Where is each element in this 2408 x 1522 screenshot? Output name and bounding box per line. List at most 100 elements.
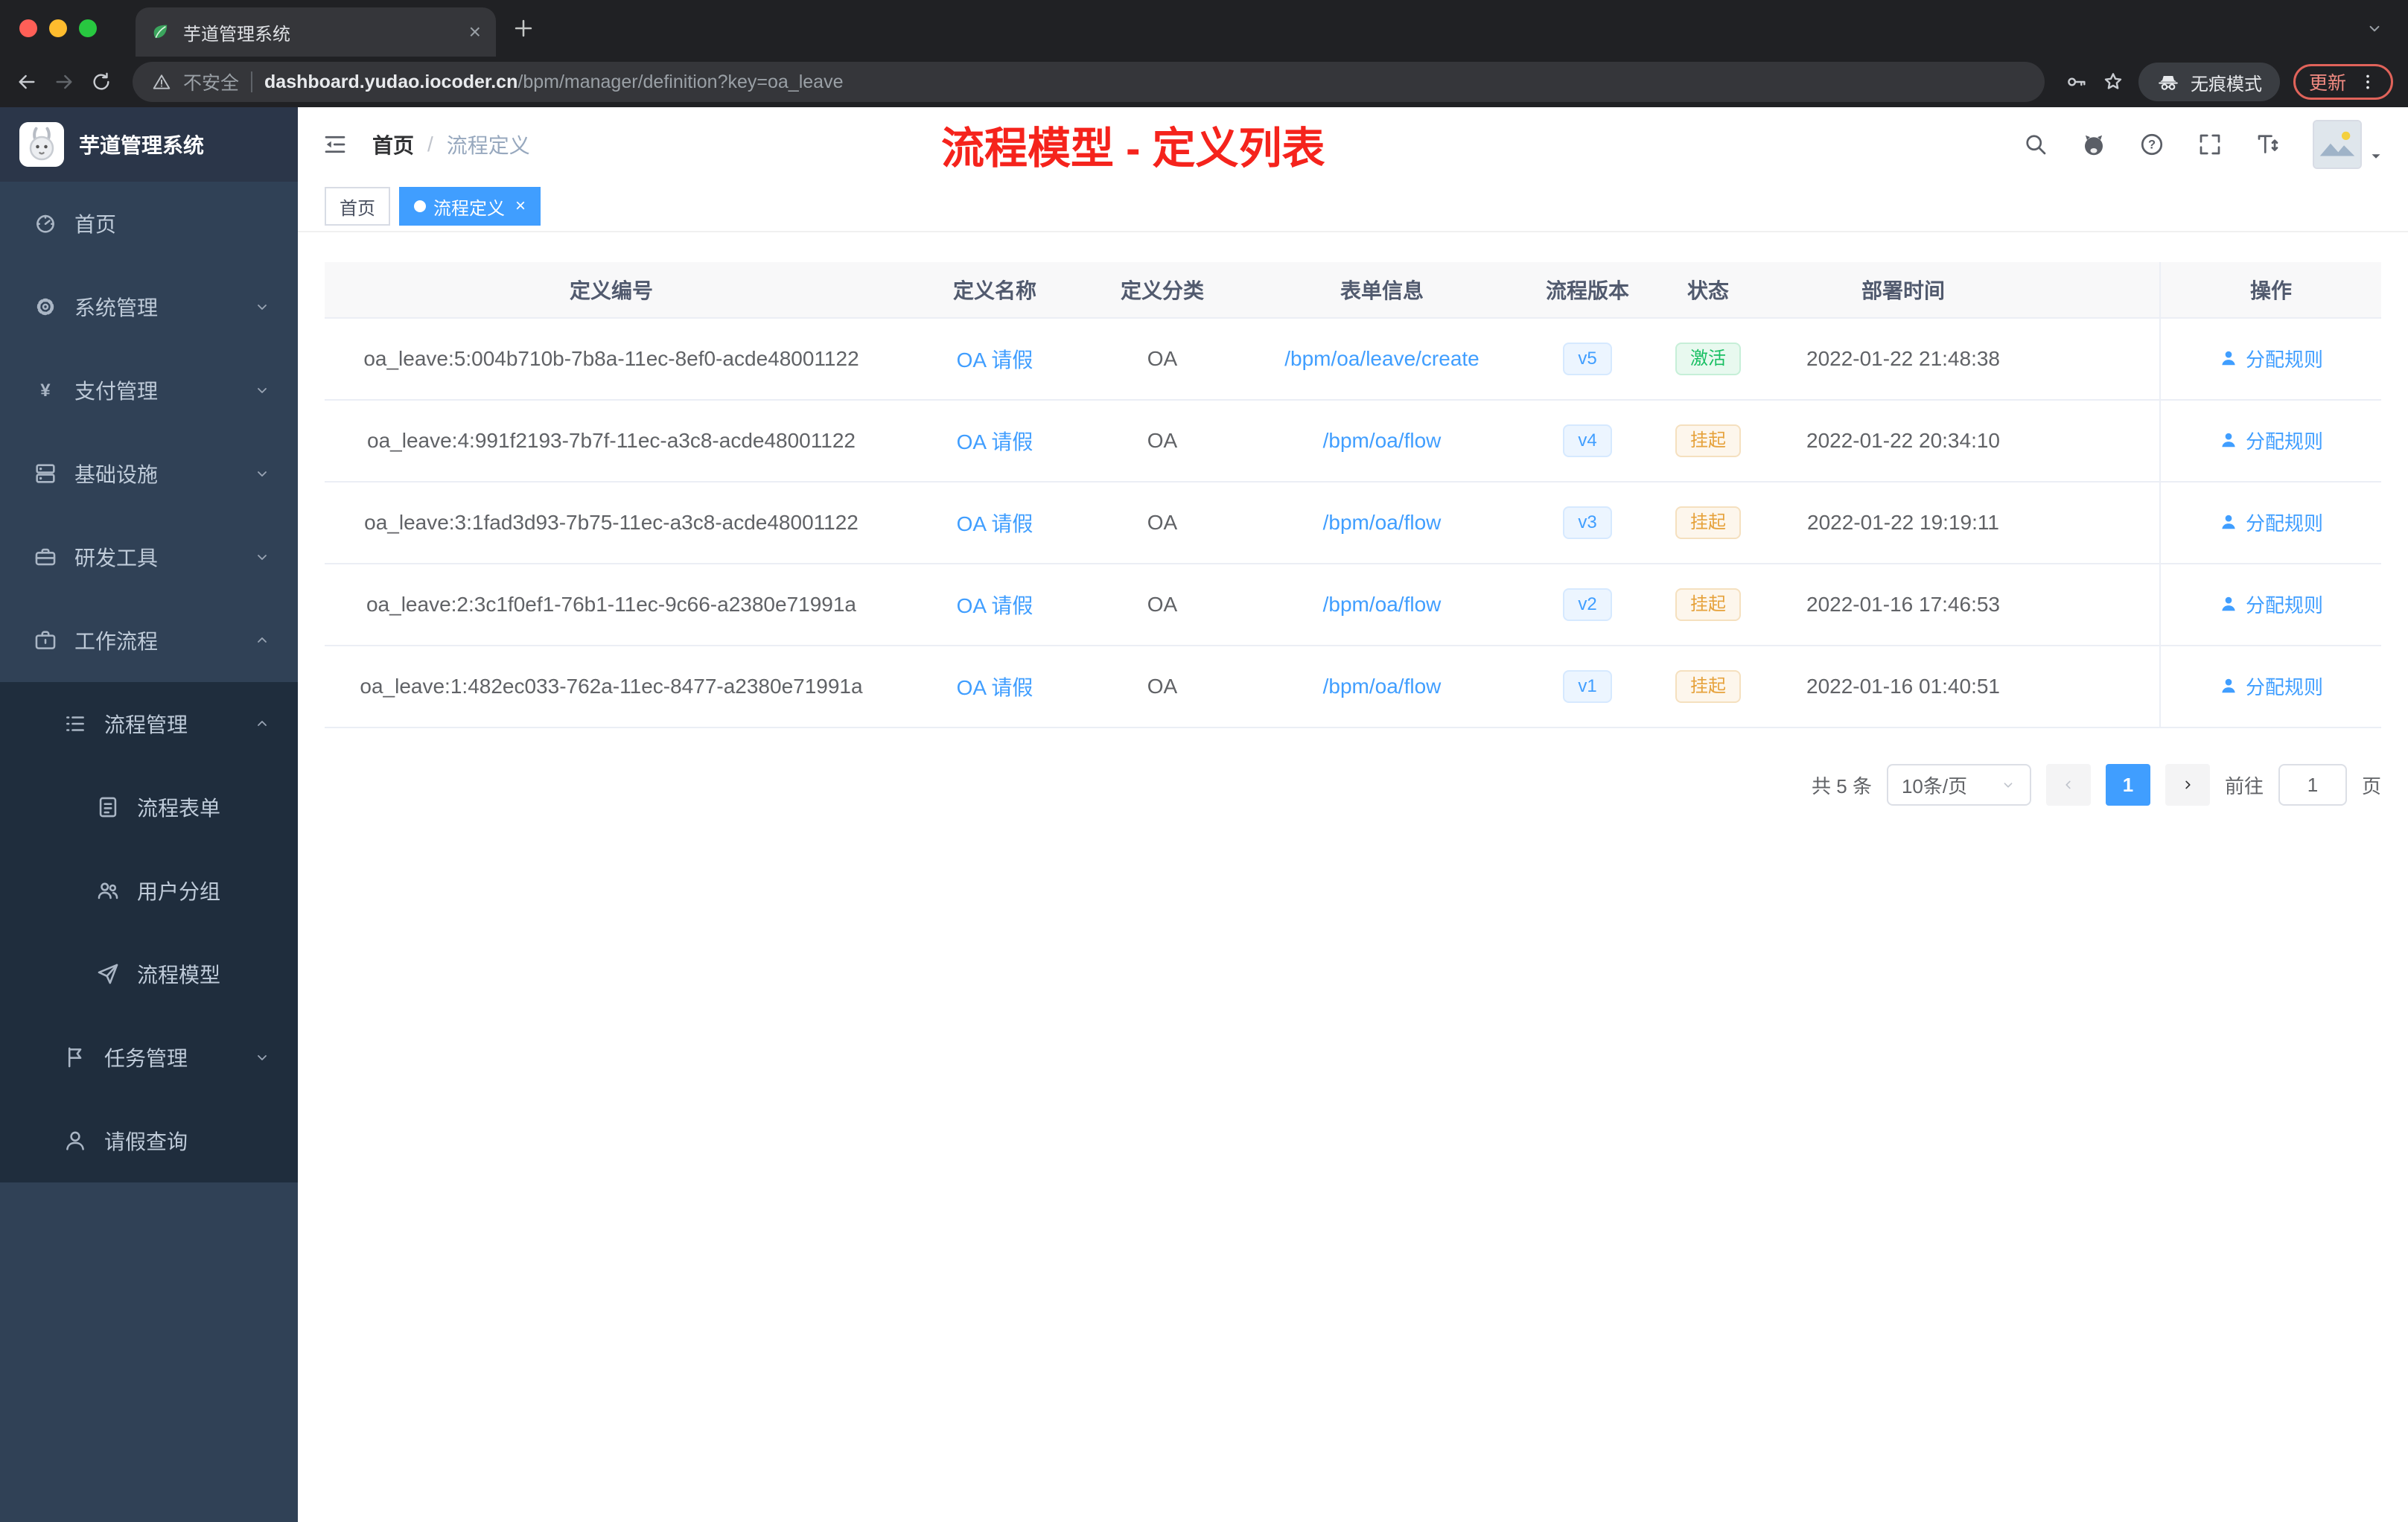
sidebar-item-system[interactable]: 系统管理 <box>0 265 298 348</box>
form-link[interactable]: /bpm/oa/flow <box>1323 429 1442 452</box>
briefcase-icon <box>33 628 58 653</box>
assign-rule-label: 分配规则 <box>2245 675 2323 698</box>
definition-name-link[interactable]: OA 请假 <box>957 512 1033 535</box>
definition-id-cell: oa_leave:5:004b710b-7b8a-11ec-8ef0-acde4… <box>363 347 859 370</box>
tag-label: 首页 <box>340 198 375 219</box>
list-icon <box>63 711 88 736</box>
assign-rule-link[interactable]: 分配规则 <box>2219 590 2323 618</box>
close-window-button[interactable] <box>19 19 37 37</box>
assign-rule-label: 分配规则 <box>2245 593 2323 617</box>
app-root: 芋道管理系统 首页 系统管理 ¥ 支付管理 基础设施 研发工具 工作流程 流程管理 流程表单 用户… <box>0 107 2408 1522</box>
assign-rule-link[interactable]: 分配规则 <box>2219 672 2323 700</box>
sidebar-item-process-form[interactable]: 流程表单 <box>0 765 298 849</box>
tab-close-icon[interactable]: × <box>469 20 481 44</box>
assign-rule-link[interactable]: 分配规则 <box>2219 427 2323 454</box>
column-header: 部署时间 <box>1861 279 1945 302</box>
active-dot <box>414 200 426 212</box>
deploy-time-cell: 2022-01-22 21:48:38 <box>1806 347 2000 370</box>
back-button[interactable] <box>15 70 39 94</box>
sidebar-item-process-manage[interactable]: 流程管理 <box>0 682 298 765</box>
form-link[interactable]: /bpm/oa/flow <box>1323 675 1442 698</box>
main-area: 首页 / 流程定义 流程模型 - 定义列表 ? 首页 流程定义 × 定义编号 定… <box>298 107 2408 1522</box>
tag-close-icon[interactable]: × <box>515 196 526 217</box>
sidebar: 芋道管理系统 首页 系统管理 ¥ 支付管理基础设施研发工具工作流程 流程管理 流程表单 用户… <box>0 107 298 1522</box>
forward-button[interactable] <box>52 70 76 94</box>
page-size-select[interactable]: 10条/页 <box>1886 764 2031 806</box>
column-header: 定义编号 <box>569 279 653 302</box>
form-link[interactable]: /bpm/oa/flow <box>1323 593 1442 616</box>
status-badge: 挂起 <box>1675 588 1741 621</box>
definition-name-link[interactable]: OA 请假 <box>957 676 1033 699</box>
tab-strip: 芋道管理系统 × <box>0 0 2408 57</box>
definition-name-link[interactable]: OA 请假 <box>957 594 1033 617</box>
fullscreen-button[interactable] <box>2197 131 2223 158</box>
navbar-actions: ? <box>2022 120 2384 169</box>
sidebar-item-label: 研发工具 <box>74 547 159 570</box>
reload-button[interactable] <box>89 70 113 94</box>
category-cell: OA <box>1147 511 1178 534</box>
minimize-window-button[interactable] <box>49 19 67 37</box>
breadcrumb-home[interactable]: 首页 <box>372 130 414 159</box>
security-label: 不安全 <box>183 73 240 94</box>
sidebar-item-process-model[interactable]: 流程模型 <box>0 932 298 1016</box>
zoom-window-button[interactable] <box>79 19 97 37</box>
tag-item[interactable]: 首页 <box>325 187 390 226</box>
prev-page-button[interactable] <box>2045 764 2091 806</box>
url-path: /bpm/manager/definition?key=oa_leave <box>517 71 844 92</box>
sidebar-item-infrastructure[interactable]: 基础设施 <box>0 432 298 515</box>
category-cell: OA <box>1147 593 1178 616</box>
goto-page-input[interactable] <box>2278 764 2347 806</box>
update-button[interactable]: 更新 <box>2293 64 2393 100</box>
sidebar-item-label: 任务管理 <box>104 1047 188 1070</box>
sidebar-item-devtools[interactable]: 研发工具 <box>0 515 298 599</box>
sidebar-item-workflow[interactable]: 工作流程 <box>0 599 298 682</box>
bookmark-star-icon[interactable] <box>2101 70 2125 94</box>
sidebar-item-leave-query[interactable]: 请假查询 <box>0 1099 298 1182</box>
github-button[interactable] <box>2080 131 2107 158</box>
sidebar-toggle-button[interactable] <box>322 131 348 158</box>
help-button[interactable]: ? <box>2138 131 2165 158</box>
browser-tab[interactable]: 芋道管理系统 × <box>136 7 496 57</box>
tab-favicon-leaf-icon <box>150 22 171 42</box>
sidebar-item-payment[interactable]: ¥ 支付管理 <box>0 348 298 432</box>
assign-rule-link[interactable]: 分配规则 <box>2219 509 2323 536</box>
breadcrumb-current: 流程定义 <box>446 134 530 157</box>
table-header-row: 定义编号 定义名称 定义分类 表单信息 流程版本 状态 部署时间 操作 <box>325 262 2381 319</box>
next-page-button[interactable] <box>2165 764 2210 806</box>
sidebar-item-task-manage[interactable]: 任务管理 <box>0 1016 298 1099</box>
tag-active[interactable]: 流程定义 × <box>399 187 541 226</box>
security-warning-icon[interactable] <box>152 72 171 92</box>
chevron-left-icon <box>2060 777 2077 793</box>
table-row: oa_leave:3:1fad3d93-7b75-11ec-a3c8-acde4… <box>325 483 2381 564</box>
page-size-value: 10条/页 <box>1901 774 1968 797</box>
user-group-icon <box>95 878 121 903</box>
chevron-up-icon <box>253 631 271 649</box>
breadcrumb: 首页 / 流程定义 <box>372 130 530 159</box>
font-size-button[interactable] <box>2255 131 2281 158</box>
definition-name-link[interactable]: OA 请假 <box>957 348 1033 372</box>
sidebar-item-label: 基础设施 <box>74 463 159 486</box>
page-content: 定义编号 定义名称 定义分类 表单信息 流程版本 状态 部署时间 操作 oa_leave:5:0… <box>298 232 2408 1522</box>
category-cell: OA <box>1147 675 1178 698</box>
toolbox-icon <box>33 544 58 570</box>
address-bar[interactable]: 不安全 dashboard.yudao.iocoder.cn/bpm/manag… <box>133 62 2045 102</box>
sidebar-item-home[interactable]: 首页 <box>0 182 298 265</box>
definition-table: 定义编号 定义名称 定义分类 表单信息 流程版本 状态 部署时间 操作 oa_leave:5:0… <box>325 262 2381 728</box>
tab-search-button[interactable] <box>2365 19 2384 38</box>
url-host: dashboard.yudao.iocoder.cn <box>264 71 518 92</box>
form-link[interactable]: /bpm/oa/leave/create <box>1284 347 1479 370</box>
breadcrumb-separator: / <box>427 133 433 156</box>
user-avatar[interactable] <box>2313 120 2384 169</box>
sidebar-item-user-group[interactable]: 用户分组 <box>0 849 298 932</box>
assign-rule-link[interactable]: 分配规则 <box>2219 345 2323 372</box>
password-key-icon[interactable] <box>2064 70 2088 94</box>
caret-down-icon <box>2368 148 2384 165</box>
definition-name-link[interactable]: OA 请假 <box>957 430 1033 453</box>
form-link[interactable]: /bpm/oa/flow <box>1323 511 1442 534</box>
new-tab-button[interactable] <box>511 16 536 41</box>
search-button[interactable] <box>2022 131 2049 158</box>
page-number-button[interactable]: 1 <box>2105 764 2150 806</box>
browser-menu-icon[interactable] <box>2358 72 2377 92</box>
brand[interactable]: 芋道管理系统 <box>0 107 298 182</box>
browser-toolbar: 不安全 dashboard.yudao.iocoder.cn/bpm/manag… <box>0 57 2408 107</box>
